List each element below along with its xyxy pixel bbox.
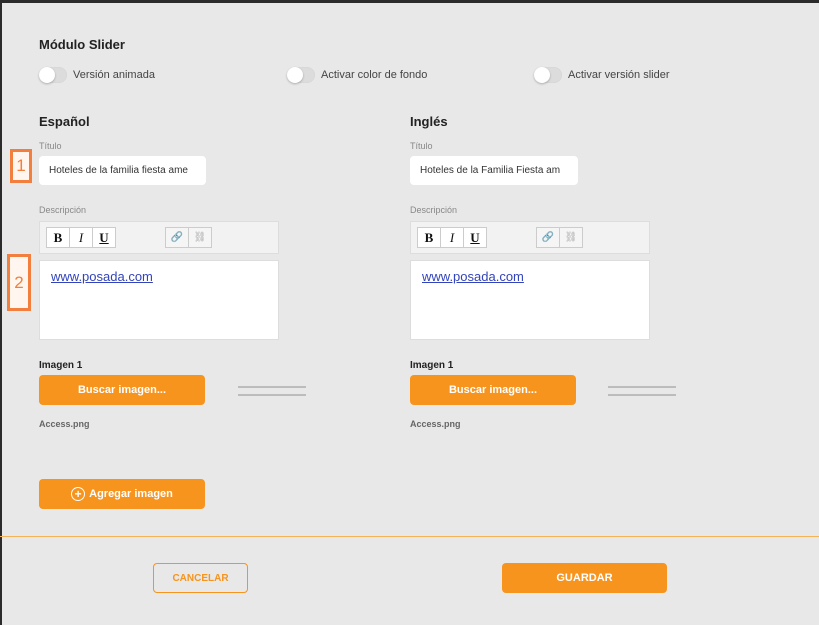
footer-divider: [0, 536, 819, 537]
description-label: Descripción: [39, 205, 87, 215]
title-label: Título: [410, 141, 433, 151]
bold-button[interactable]: B: [46, 227, 70, 248]
image-label: Imagen 1: [39, 360, 83, 371]
spanish-description-editor[interactable]: www.posada.com: [39, 260, 279, 340]
unlink-icon[interactable]: ⛓: [188, 227, 212, 248]
toggle-slider-version[interactable]: Activar versión slider: [534, 67, 669, 83]
link-icon[interactable]: 🔗: [165, 227, 189, 248]
underline-button[interactable]: U: [463, 227, 487, 248]
spanish-search-image-button[interactable]: Buscar imagen...: [39, 375, 205, 405]
toggle-background-color[interactable]: Activar color de fondo: [287, 67, 427, 83]
annotation-marker-2: 2: [7, 254, 31, 311]
italic-button[interactable]: I: [440, 227, 464, 248]
toggle-label: Activar versión slider: [568, 69, 670, 81]
file-name: Access.png: [39, 419, 90, 429]
image-label: Imagen 1: [410, 360, 454, 371]
english-title-input[interactable]: Hoteles de la Familia Fiesta am: [410, 156, 578, 185]
slider-module-dialog: Módulo Slider Versión animada Activar co…: [2, 3, 819, 625]
description-link[interactable]: www.posada.com: [422, 269, 524, 284]
unlink-icon[interactable]: ⛓: [559, 227, 583, 248]
bold-button[interactable]: B: [417, 227, 441, 248]
spanish-title-input[interactable]: Hoteles de la familia fiesta ame: [39, 156, 206, 185]
image-thumbnail: [608, 386, 676, 404]
toggle-switch[interactable]: [287, 67, 315, 83]
cancel-button[interactable]: CANCELAR: [153, 563, 248, 593]
italic-button[interactable]: I: [69, 227, 93, 248]
image-thumbnail: [238, 386, 306, 404]
description-link[interactable]: www.posada.com: [51, 269, 153, 284]
toggle-switch[interactable]: [534, 67, 562, 83]
toggle-label: Versión animada: [73, 69, 155, 81]
english-editor-toolbar: B I U 🔗 ⛓: [410, 221, 650, 254]
save-button[interactable]: GUARDAR: [502, 563, 667, 593]
english-search-image-button[interactable]: Buscar imagen...: [410, 375, 576, 405]
title-label: Título: [39, 141, 62, 151]
spanish-editor-toolbar: B I U 🔗 ⛓: [39, 221, 279, 254]
toggle-label: Activar color de fondo: [321, 69, 428, 81]
annotation-marker-1: 1: [10, 149, 32, 183]
english-heading: Inglés: [410, 114, 448, 129]
english-description-editor[interactable]: www.posada.com: [410, 260, 650, 340]
toggle-switch[interactable]: [39, 67, 67, 83]
toggle-animated-version[interactable]: Versión animada: [39, 67, 155, 83]
spanish-heading: Español: [39, 114, 90, 129]
description-label: Descripción: [410, 205, 458, 215]
plus-circle-icon: +: [71, 487, 86, 501]
link-icon[interactable]: 🔗: [536, 227, 560, 248]
add-image-button[interactable]: + Agregar imagen: [39, 479, 205, 509]
file-name: Access.png: [410, 419, 461, 429]
add-image-label: Agregar imagen: [89, 488, 173, 500]
module-title: Módulo Slider: [39, 37, 125, 52]
underline-button[interactable]: U: [92, 227, 116, 248]
